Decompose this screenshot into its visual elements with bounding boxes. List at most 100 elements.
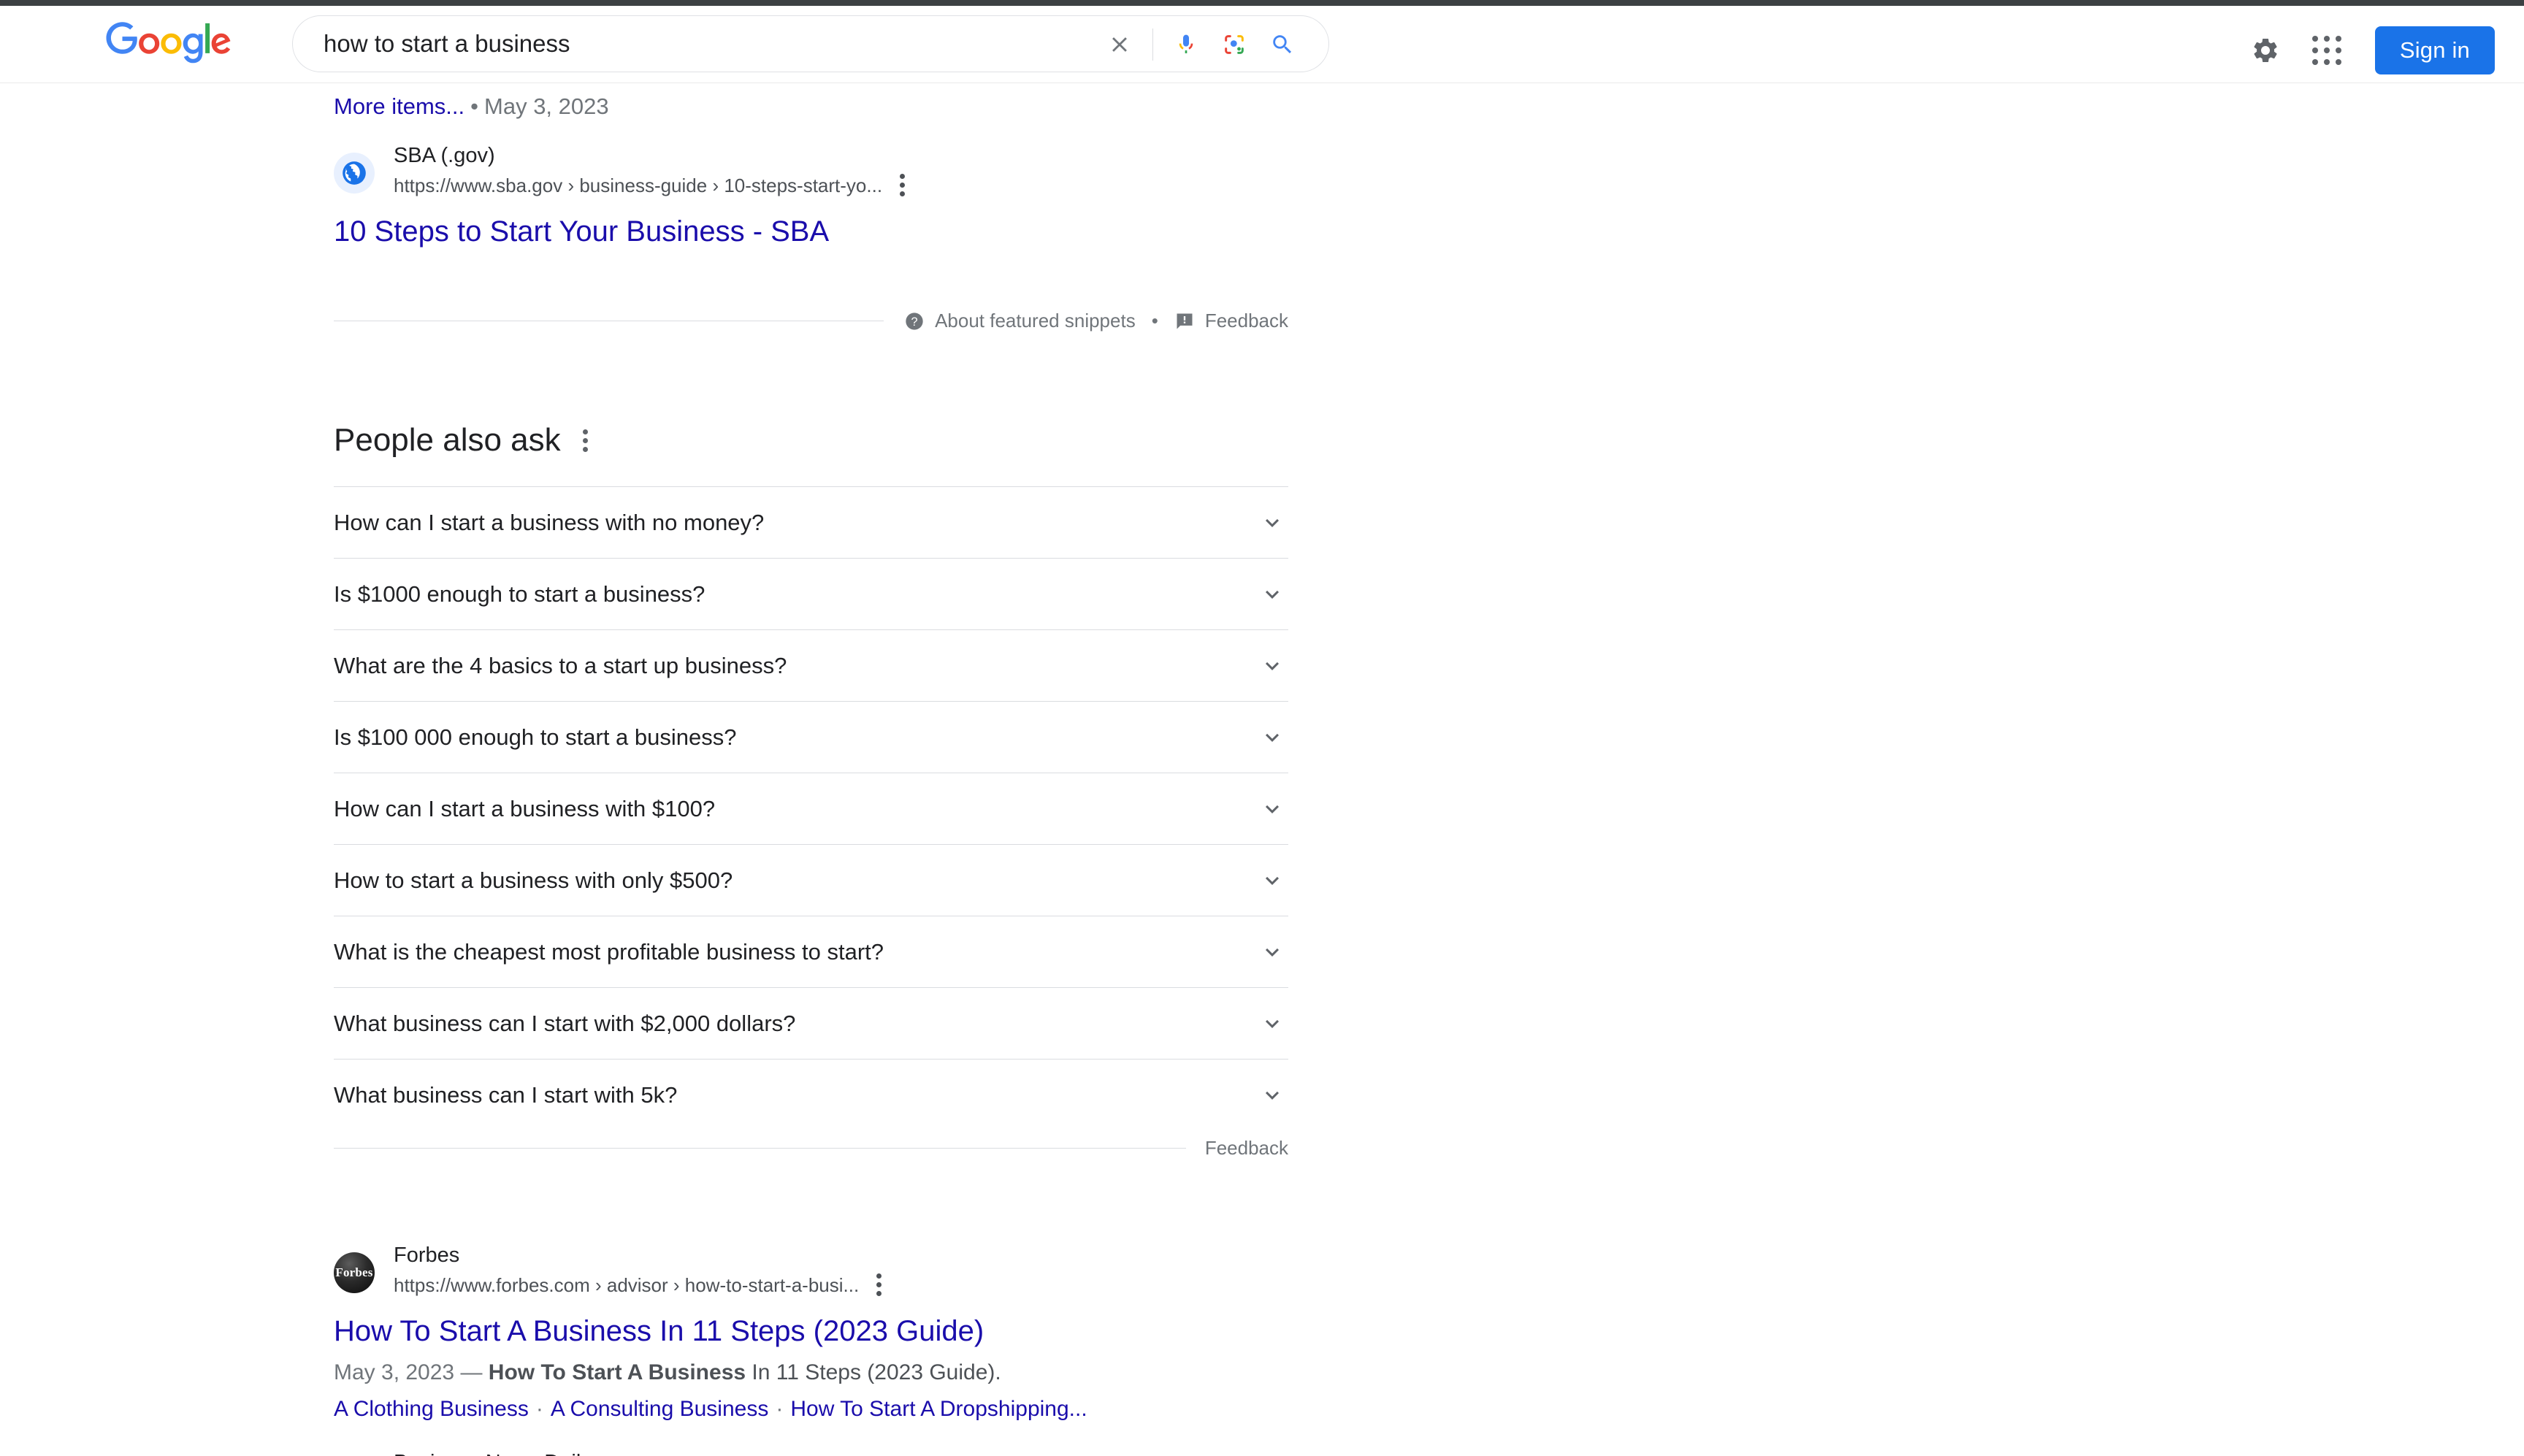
svg-text:?: ? bbox=[911, 315, 918, 328]
lens-search-button[interactable] bbox=[1210, 20, 1258, 69]
paa-item[interactable]: What are the 4 basics to a start up busi… bbox=[334, 629, 1288, 701]
source-meta: Business News Daily https://www.business… bbox=[394, 1450, 878, 1456]
separator-dot: • bbox=[1151, 310, 1158, 332]
sign-in-button[interactable]: Sign in bbox=[2374, 26, 2495, 74]
search-box[interactable] bbox=[292, 15, 1329, 72]
paa-question: How can I start a business with $100? bbox=[334, 795, 716, 821]
paa-question: How to start a business with only $500? bbox=[334, 867, 733, 893]
site-name: SBA (.gov) bbox=[394, 144, 495, 167]
site-name: Forbes bbox=[394, 1244, 460, 1267]
sitelink-separator: · bbox=[776, 1397, 784, 1421]
microphone-icon bbox=[1179, 34, 1193, 53]
people-also-ask-header: People also ask bbox=[334, 421, 594, 460]
result-title-link[interactable]: How To Start A Business In 11 Steps (202… bbox=[334, 1314, 984, 1349]
paa-question: What is the cheapest most profitable bus… bbox=[334, 938, 884, 965]
paa-item[interactable]: What business can I start with 5k? bbox=[334, 1059, 1288, 1130]
search-result: B Business News Daily https://www.busine… bbox=[334, 1450, 1288, 1456]
featured-snippet-title-link[interactable]: 10 Steps to Start Your Business - SBA bbox=[334, 214, 829, 249]
search-box-actions bbox=[1095, 16, 1307, 73]
sitelink[interactable]: A Consulting Business bbox=[551, 1397, 769, 1421]
paa-question: Is $100 000 enough to start a business? bbox=[334, 724, 737, 750]
sitelink-separator: · bbox=[535, 1397, 543, 1421]
forbes-wordmark: Forbes bbox=[335, 1265, 373, 1279]
search-header: Sign in bbox=[0, 6, 2524, 83]
featured-snippet-footer: ? About featured snippets • Feedback bbox=[334, 310, 1288, 332]
snippet-rest-text: In 11 Steps (2023 Guide). bbox=[752, 1360, 1001, 1384]
result-options-button[interactable] bbox=[892, 168, 912, 202]
google-logo[interactable] bbox=[104, 22, 234, 64]
snippet-date: May 3, 2023 bbox=[334, 1360, 455, 1384]
forbes-logo-icon: Forbes bbox=[334, 1252, 375, 1293]
separator-dot: • bbox=[470, 93, 479, 119]
paa-question: What business can I start with 5k? bbox=[334, 1081, 678, 1108]
paa-item[interactable]: How to start a business with only $500? bbox=[334, 844, 1288, 916]
google-lens-icon bbox=[1225, 35, 1244, 54]
result-options-button[interactable] bbox=[869, 1268, 889, 1302]
result-header: B Business News Daily https://www.busine… bbox=[334, 1450, 1288, 1456]
chevron-down-icon bbox=[1256, 865, 1288, 897]
paa-question: Is $1000 enough to start a business? bbox=[334, 581, 705, 607]
snippet-bold-text: How To Start A Business bbox=[488, 1360, 746, 1384]
site-url: https://www.sba.gov › business-guide › 1… bbox=[394, 174, 883, 196]
browser-chrome-edge bbox=[0, 0, 2524, 6]
site-url-row: https://www.sba.gov › business-guide › 1… bbox=[394, 168, 912, 202]
result-sitelinks: A Clothing Business · A Consulting Busines… bbox=[334, 1395, 1288, 1423]
chevron-down-icon bbox=[1256, 578, 1288, 610]
about-featured-snippets-link[interactable]: About featured snippets bbox=[935, 310, 1136, 332]
search-icon bbox=[1273, 35, 1292, 54]
close-icon bbox=[1112, 37, 1127, 52]
header-actions: Sign in bbox=[2239, 12, 2495, 89]
google-search-results-page: Sign in More items...•May 3, 2023 bbox=[0, 0, 2524, 1456]
featured-snippet-source: SBA (.gov) https://www.sba.gov › busines… bbox=[334, 143, 1288, 249]
gear-icon bbox=[2254, 38, 2277, 62]
divider bbox=[334, 1148, 1186, 1149]
sitelink[interactable]: How To Start A Dropshipping... bbox=[790, 1397, 1087, 1421]
people-also-ask-list: How can I start a business with no money… bbox=[334, 486, 1288, 1130]
search-input[interactable] bbox=[324, 26, 1054, 62]
chevron-down-icon bbox=[1256, 721, 1288, 754]
paa-item[interactable]: Is $100 000 enough to start a business? bbox=[334, 701, 1288, 773]
people-also-ask-footer: Feedback bbox=[334, 1137, 1288, 1160]
sitelink[interactable]: A Clothing Business bbox=[334, 1397, 529, 1421]
featured-snippet-date: May 3, 2023 bbox=[484, 93, 609, 119]
settings-button[interactable] bbox=[2239, 24, 2292, 77]
paa-question: What are the 4 basics to a start up busi… bbox=[334, 652, 787, 678]
snippet-dash: — bbox=[460, 1360, 483, 1384]
featured-snippet-more-items-row: More items... • May 3, 2023 bbox=[334, 93, 609, 120]
site-url-row: https://www.forbes.com › advisor › how-t… bbox=[394, 1268, 889, 1302]
more-items-link[interactable]: More items... bbox=[334, 93, 464, 119]
featured-snippet-links: ? About featured snippets • Feedback bbox=[904, 310, 1288, 332]
chevron-down-icon bbox=[1256, 1079, 1288, 1111]
result-snippet: May 3, 2023 — How To Start A Business In… bbox=[334, 1359, 1288, 1387]
paa-item[interactable]: What business can I start with $2,000 do… bbox=[334, 987, 1288, 1059]
divider bbox=[1152, 28, 1153, 61]
paa-item[interactable]: How can I start a business with no money… bbox=[334, 486, 1288, 558]
search-submit-button[interactable] bbox=[1258, 20, 1307, 69]
paa-question: How can I start a business with no money… bbox=[334, 509, 765, 535]
featured-snippet-feedback-link[interactable]: Feedback bbox=[1205, 310, 1288, 332]
result-header: Forbes Forbes https://www.forbes.com › a… bbox=[334, 1243, 1288, 1302]
chevron-down-icon bbox=[1256, 650, 1288, 682]
source-meta: SBA (.gov) https://www.sba.gov › busines… bbox=[394, 143, 912, 202]
paa-feedback-link[interactable]: Feedback bbox=[1205, 1137, 1288, 1160]
chevron-down-icon bbox=[1256, 1008, 1288, 1040]
voice-search-button[interactable] bbox=[1162, 20, 1210, 69]
site-url: https://www.forbes.com › advisor › how-t… bbox=[394, 1273, 860, 1296]
google-apps-button[interactable] bbox=[2301, 24, 2353, 77]
paa-item[interactable]: What is the cheapest most profitable bus… bbox=[334, 916, 1288, 987]
chevron-down-icon bbox=[1256, 507, 1288, 539]
people-also-ask-title: People also ask bbox=[334, 422, 561, 458]
search-result: Forbes Forbes https://www.forbes.com › a… bbox=[334, 1243, 1288, 1423]
paa-item[interactable]: How can I start a business with $100? bbox=[334, 773, 1288, 844]
apps-grid-icon bbox=[2311, 36, 2341, 65]
clear-search-button[interactable] bbox=[1095, 20, 1144, 69]
paa-item[interactable]: Is $1000 enough to start a business? bbox=[334, 558, 1288, 629]
feedback-icon bbox=[1174, 311, 1195, 332]
source-meta: Forbes https://www.forbes.com › advisor … bbox=[394, 1243, 889, 1302]
globe-icon bbox=[334, 152, 375, 194]
result-header: SBA (.gov) https://www.sba.gov › busines… bbox=[334, 143, 1288, 202]
site-name: Business News Daily bbox=[394, 1450, 878, 1456]
people-also-ask-options-button[interactable] bbox=[577, 424, 594, 458]
chevron-down-icon bbox=[1256, 936, 1288, 968]
paa-question: What business can I start with $2,000 do… bbox=[334, 1010, 796, 1036]
